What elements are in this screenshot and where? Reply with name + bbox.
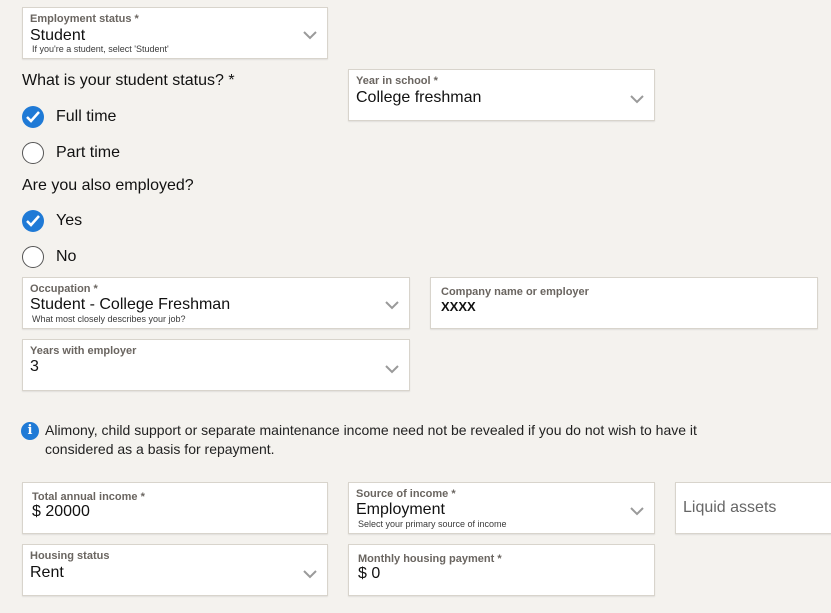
no-label: No xyxy=(56,248,77,265)
company-name-input[interactable]: Company name or employer XXXX xyxy=(430,277,818,329)
occupation-help: What most closely describes your job? xyxy=(32,314,186,324)
chevron-down-icon xyxy=(630,95,644,104)
employment-status-label: Employment status * xyxy=(30,13,139,25)
company-name-value: XXXX xyxy=(441,299,476,314)
yes-label: Yes xyxy=(56,212,83,229)
year-in-school-label: Year in school * xyxy=(356,75,438,87)
full-time-label: Full time xyxy=(56,108,117,125)
total-annual-income-input[interactable]: Total annual income * $ 20000 xyxy=(22,482,328,534)
chevron-down-icon xyxy=(630,507,644,516)
chevron-down-icon xyxy=(303,570,317,579)
employment-status-select[interactable]: Employment status * Student If you're a … xyxy=(22,7,328,59)
source-of-income-value: Employment xyxy=(356,501,445,518)
total-income-value: $ 20000 xyxy=(32,503,90,520)
company-name-label: Company name or employer xyxy=(441,286,589,298)
source-of-income-select[interactable]: Source of income * Employment Select you… xyxy=(348,482,655,534)
source-of-income-help: Select your primary source of income xyxy=(358,519,507,529)
housing-status-select[interactable]: Housing status Rent xyxy=(22,544,328,596)
occupation-select[interactable]: Occupation * Student - College Freshman … xyxy=(22,277,410,329)
liquid-assets-placeholder: Liquid assets xyxy=(683,499,777,516)
total-income-label: Total annual income * xyxy=(32,491,145,503)
occupation-label: Occupation * xyxy=(30,283,98,295)
unchecked-radio-icon xyxy=(22,246,44,268)
years-with-employer-value: 3 xyxy=(30,358,39,375)
alimony-notice: Alimony, child support or separate maint… xyxy=(45,422,697,457)
occupation-value: Student - College Freshman xyxy=(30,296,231,313)
employment-status-value: Student xyxy=(30,27,86,44)
housing-status-label: Housing status xyxy=(30,550,110,562)
housing-status-value: Rent xyxy=(30,564,64,581)
monthly-housing-payment-value: $ 0 xyxy=(358,565,381,582)
part-time-label: Part time xyxy=(56,144,121,161)
years-with-employer-label: Years with employer xyxy=(30,345,137,357)
checked-radio-icon xyxy=(22,106,44,128)
chevron-down-icon xyxy=(303,31,317,40)
also-employed-question: Are you also employed? xyxy=(22,177,194,194)
year-in-school-value: College freshman xyxy=(356,89,482,106)
checked-radio-icon xyxy=(22,210,44,232)
info-icon: i xyxy=(21,422,39,440)
student-status-question: What is your student status? * xyxy=(22,72,235,89)
unchecked-radio-icon xyxy=(22,142,44,164)
chevron-down-icon xyxy=(385,301,399,310)
year-in-school-select[interactable]: Year in school * College freshman xyxy=(348,69,655,121)
employment-status-help: If you're a student, select 'Student' xyxy=(32,44,169,54)
chevron-down-icon xyxy=(385,365,399,374)
liquid-assets-input[interactable]: Liquid assets xyxy=(675,482,831,534)
years-with-employer-select[interactable]: Years with employer 3 xyxy=(22,339,410,391)
monthly-housing-payment-label: Monthly housing payment * xyxy=(358,553,502,565)
monthly-housing-payment-input[interactable]: Monthly housing payment * $ 0 xyxy=(348,544,655,596)
source-of-income-label: Source of income * xyxy=(356,488,456,500)
